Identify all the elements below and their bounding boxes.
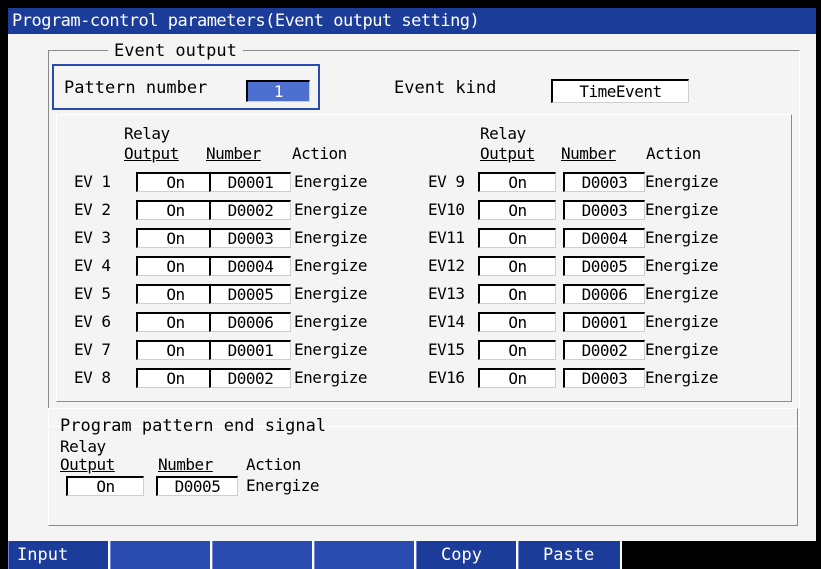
action-value: Energize <box>645 340 719 359</box>
relay-number-field[interactable]: D0005 <box>563 256 645 276</box>
event-label: EV13 <box>428 284 465 303</box>
event-label: EV 3 <box>74 228 111 247</box>
event-label: EV12 <box>428 256 465 275</box>
right-number-header: Number <box>561 144 616 163</box>
relay-number-field[interactable]: D0003 <box>209 228 291 248</box>
event-label: EV 7 <box>74 340 111 359</box>
action-value: Energize <box>294 284 368 303</box>
relay-number-field[interactable]: D0002 <box>563 340 645 360</box>
relay-number-field[interactable]: D0005 <box>209 284 291 304</box>
end-signal-title: Program pattern end signal <box>60 416 327 436</box>
event-label: EV14 <box>428 312 465 331</box>
left-action-header: Action <box>292 144 347 163</box>
relay-output-field[interactable]: On <box>136 228 214 248</box>
window-title: Program-control parameters(Event output … <box>8 8 816 34</box>
end-action-value: Energize <box>246 476 320 495</box>
action-value: Energize <box>645 368 719 387</box>
relay-number-field[interactable]: D0006 <box>563 284 645 304</box>
left-number-header: Number <box>206 144 261 163</box>
left-relay-header-line2: Output <box>124 144 179 163</box>
event-label: EV 9 <box>428 172 465 191</box>
relay-output-field[interactable]: On <box>478 284 556 304</box>
relay-output-field[interactable]: On <box>478 172 556 192</box>
softkey-5[interactable]: Copy <box>416 541 518 569</box>
end-relay-header-line2: Output <box>60 455 115 474</box>
relay-output-field[interactable]: On <box>478 228 556 248</box>
end-number-header: Number <box>158 455 213 474</box>
event-label: EV 2 <box>74 200 111 219</box>
event-label: EV 4 <box>74 256 111 275</box>
relay-output-field[interactable]: On <box>136 368 214 388</box>
relay-output-field[interactable]: On <box>478 368 556 388</box>
relay-output-field[interactable]: On <box>136 172 214 192</box>
end-relay-header-line1: Relay <box>60 437 106 456</box>
right-relay-header-line1: Relay <box>480 124 526 143</box>
relay-number-field[interactable]: D0003 <box>563 368 645 388</box>
event-label: EV11 <box>428 228 465 247</box>
event-label: EV10 <box>428 200 465 219</box>
softkey-2[interactable] <box>110 541 212 569</box>
action-value: Energize <box>645 312 719 331</box>
relay-number-field[interactable]: D0004 <box>563 228 645 248</box>
relay-output-field[interactable]: On <box>478 200 556 220</box>
pattern-number-field[interactable]: 1 <box>246 80 310 102</box>
action-value: Energize <box>294 228 368 247</box>
softkey-3[interactable] <box>212 541 314 569</box>
event-kind-field[interactable]: TimeEvent <box>551 79 689 103</box>
action-value: Energize <box>294 172 368 191</box>
end-action-header: Action <box>246 455 301 474</box>
event-label: EV16 <box>428 368 465 387</box>
action-value: Energize <box>294 256 368 275</box>
right-relay-header-line2: Output <box>480 144 535 163</box>
relay-number-field[interactable]: D0002 <box>209 200 291 220</box>
relay-output-field[interactable]: On <box>478 340 556 360</box>
event-kind-label: Event kind <box>394 78 497 98</box>
relay-number-field[interactable]: D0006 <box>209 312 291 332</box>
relay-output-field[interactable]: On <box>478 256 556 276</box>
end-relay-field[interactable]: On <box>66 476 144 496</box>
relay-number-field[interactable]: D0003 <box>563 200 645 220</box>
action-value: Energize <box>294 200 368 219</box>
action-value: Energize <box>645 228 719 247</box>
event-label: EV 5 <box>74 284 111 303</box>
event-label: EV 8 <box>74 368 111 387</box>
relay-output-field[interactable]: On <box>136 256 214 276</box>
event-label: EV 1 <box>74 172 111 191</box>
relay-number-field[interactable]: D0004 <box>209 256 291 276</box>
action-value: Energize <box>294 340 368 359</box>
relay-number-field[interactable]: D0003 <box>563 172 645 192</box>
relay-output-field[interactable]: On <box>136 200 214 220</box>
softkey-1[interactable]: Input <box>8 541 110 569</box>
relay-output-field[interactable]: On <box>478 312 556 332</box>
action-value: Energize <box>645 172 719 191</box>
left-relay-header-line1: Relay <box>124 124 170 143</box>
relay-number-field[interactable]: D0001 <box>209 340 291 360</box>
action-value: Energize <box>294 368 368 387</box>
screen: Program-control parameters(Event output … <box>0 0 821 569</box>
relay-number-field[interactable]: D0002 <box>209 368 291 388</box>
event-output-group-label: Event output <box>108 41 243 61</box>
softkey-6[interactable]: Paste <box>518 541 622 569</box>
relay-output-field[interactable]: On <box>136 340 214 360</box>
softkey-bar: Input Copy Paste <box>8 541 816 569</box>
action-value: Energize <box>294 312 368 331</box>
relay-number-field[interactable]: D0001 <box>209 172 291 192</box>
action-value: Energize <box>645 256 719 275</box>
pattern-number-label: Pattern number <box>64 78 208 98</box>
event-label: EV 6 <box>74 312 111 331</box>
softkey-4[interactable] <box>314 541 416 569</box>
event-label: EV15 <box>428 340 465 359</box>
relay-output-field[interactable]: On <box>136 312 214 332</box>
relay-number-field[interactable]: D0001 <box>563 312 645 332</box>
settings-panel: Event output Pattern number 1 Event kind… <box>8 34 816 541</box>
relay-output-field[interactable]: On <box>136 284 214 304</box>
right-action-header: Action <box>646 144 701 163</box>
action-value: Energize <box>645 284 719 303</box>
end-number-field[interactable]: D0005 <box>156 476 238 496</box>
action-value: Energize <box>645 200 719 219</box>
